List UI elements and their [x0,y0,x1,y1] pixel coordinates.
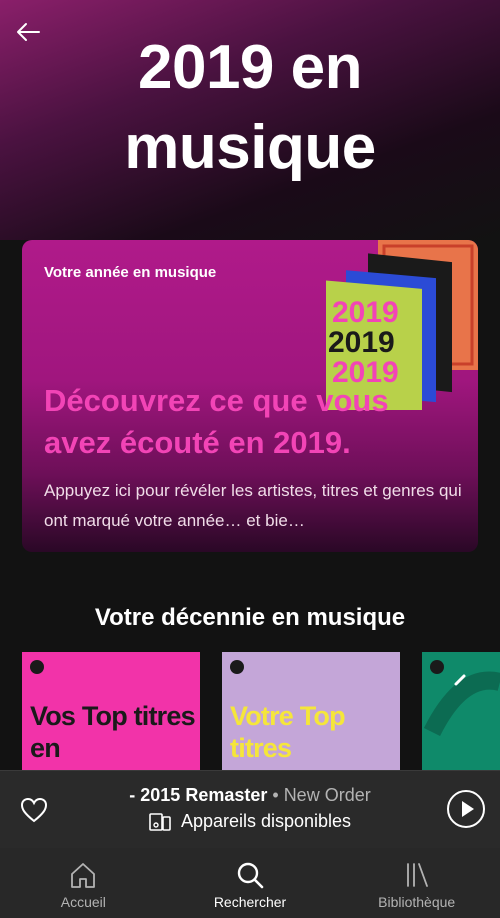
nav-label: Accueil [60,894,106,910]
tile-label: Vos Top titres en [30,701,196,763]
tile-decoration [423,671,500,737]
now-playing-bar[interactable]: - 2015 Remaster • New Order Appareils di… [0,770,500,848]
library-icon [406,863,428,887]
devices-label: Appareils disponibles [180,811,352,831]
spotify-logo-icon [30,660,44,674]
devices-icon [149,812,171,831]
nav-item-home[interactable]: Accueil [0,848,167,918]
bottom-navigation: Accueil Rechercher Bibliothèque [0,848,500,918]
now-playing-track: - 2015 Remaster • New Order [60,785,440,806]
spotify-logo-icon [230,660,244,674]
search-icon [237,862,264,889]
play-icon[interactable] [446,789,486,829]
page-title: 2019 en musique [0,28,500,188]
svg-text:2019: 2019 [332,296,399,329]
page-title-line1: 2019 en [137,33,363,102]
nav-label: Bibliothèque [378,894,456,910]
nav-label: Rechercher [213,894,287,910]
decade-section-title: Votre décennie en musique [94,604,406,631]
page-title-line2: musique [124,113,376,182]
nav-item-library[interactable]: Bibliothèque [333,848,500,918]
svg-text:2019: 2019 [328,326,395,359]
hero-description: Appuyez ici pour révéler les artistes, t… [44,481,462,530]
hero-eyebrow: Votre année en musique [44,264,217,281]
tile-label: Votre Top titres [230,701,346,763]
track-separator: • [267,785,284,805]
home-icon [71,863,96,888]
nav-item-search[interactable]: Rechercher [167,848,334,918]
devices-available-button[interactable]: Appareils disponibles [60,811,440,832]
track-artist: New Order [283,785,371,805]
track-title: - 2015 Remaster [129,785,268,805]
year-in-music-card[interactable]: Votre année en musique 2019 2019 2019 Dé… [22,240,478,552]
hero-headline: Découvrez ce que vous avez écouté en 201… [44,383,389,460]
heart-icon[interactable] [20,797,48,823]
